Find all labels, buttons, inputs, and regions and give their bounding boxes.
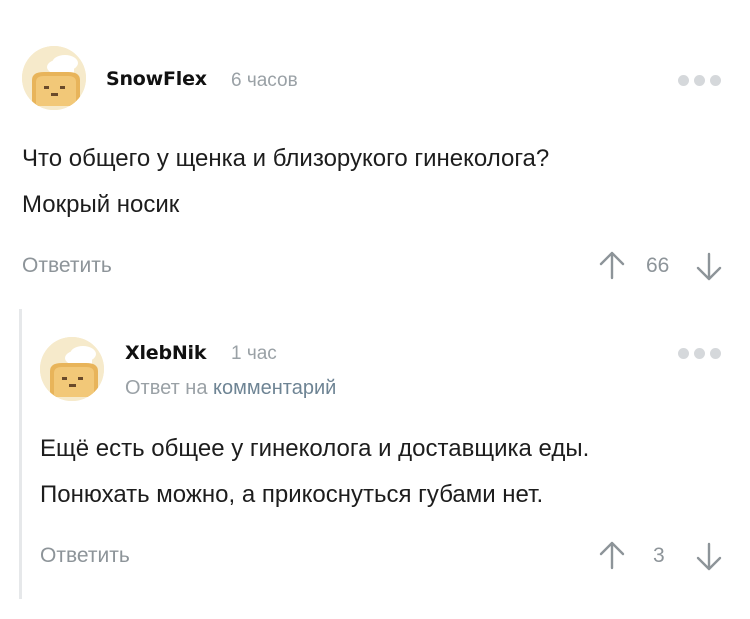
- avatar[interactable]: [40, 337, 104, 401]
- reply-button[interactable]: Ответить: [22, 254, 112, 278]
- arrow-up-icon[interactable]: [598, 540, 626, 570]
- comment-text-line: Ещё есть общее у гинеколога и доставщика…: [40, 435, 590, 462]
- toast-chef-avatar-icon: [22, 46, 86, 110]
- reply-to-prefix: Ответ на: [125, 377, 208, 399]
- avatar[interactable]: [22, 46, 86, 110]
- thread-line[interactable]: [19, 309, 22, 599]
- username[interactable]: SnowFlex: [106, 68, 207, 90]
- comment-text-line: Что общего у щенка и близорукого гинекол…: [22, 145, 550, 172]
- comment-text-line: Мокрый носик: [22, 191, 180, 218]
- timestamp: 1 час: [231, 343, 277, 364]
- arrow-up-icon[interactable]: [598, 250, 626, 280]
- rating-count: 66: [646, 254, 670, 277]
- reply-to-label: Ответ на комментарий: [125, 377, 336, 400]
- comment-text-line: Понюхать можно, а прикоснуться губами не…: [40, 481, 544, 508]
- reply-button[interactable]: Ответить: [40, 544, 130, 568]
- more-dots-icon[interactable]: [678, 348, 722, 360]
- more-dots-icon[interactable]: [678, 75, 722, 87]
- username[interactable]: XlebNik: [125, 342, 207, 364]
- arrow-down-icon[interactable]: [695, 252, 723, 282]
- toast-chef-avatar-icon: [40, 337, 104, 401]
- rating-count: 3: [653, 544, 665, 567]
- arrow-down-icon[interactable]: [695, 542, 723, 572]
- timestamp: 6 часов: [231, 70, 298, 91]
- reply-to-link[interactable]: комментарий: [213, 377, 336, 399]
